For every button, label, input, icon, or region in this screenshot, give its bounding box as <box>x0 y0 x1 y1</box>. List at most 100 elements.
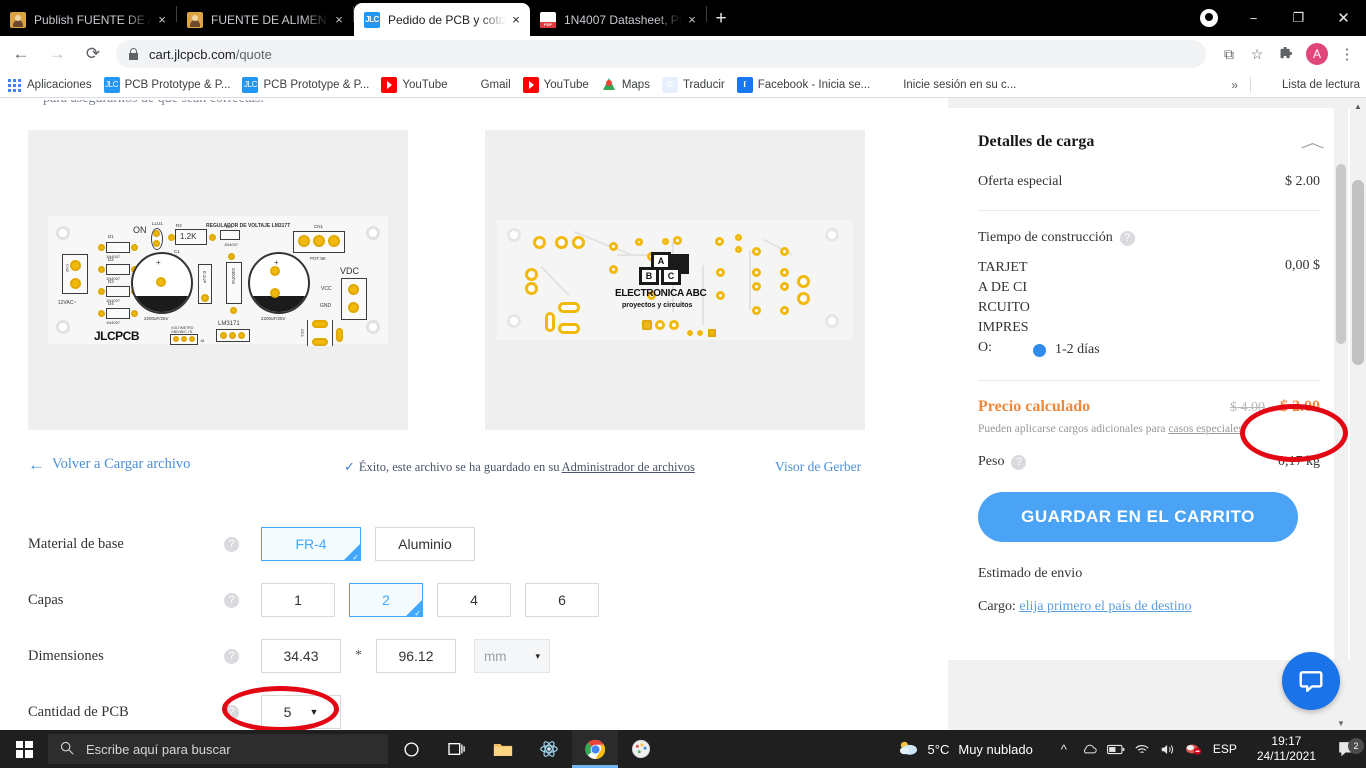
tab-1[interactable]: FUENTE DE ALIMENTACION FIJA × <box>177 3 353 36</box>
cortana-icon[interactable] <box>388 730 434 768</box>
close-icon[interactable]: × <box>154 12 170 28</box>
option-layers-2[interactable]: 2 ✓ <box>349 583 423 618</box>
bookmark-gmail[interactable]: M Gmail <box>454 74 517 96</box>
task-view-icon[interactable] <box>434 730 480 768</box>
help-icon[interactable]: ? <box>224 704 239 720</box>
onedrive-icon[interactable] <box>1077 743 1103 756</box>
bookmark-maps[interactable]: Maps <box>595 74 656 96</box>
special-cases-link[interactable]: casos especiales <box>1168 423 1242 435</box>
help-icon[interactable]: ? <box>224 536 239 552</box>
close-icon[interactable]: × <box>684 12 700 28</box>
file-manager-link[interactable]: Administrador de archivos <box>562 460 695 475</box>
volume-icon[interactable] <box>1155 743 1181 756</box>
close-window-button[interactable]: ✕ <box>1321 0 1366 36</box>
choose-country-link[interactable]: elija primero el país de destino <box>1019 599 1191 614</box>
bookmark-pcb-prototype-2[interactable]: JLC PCB Prototype & P... <box>236 74 375 96</box>
option-layers-4[interactable]: 4 <box>437 583 511 617</box>
inner-scrollbar-thumb[interactable] <box>1336 164 1346 344</box>
weather-widget[interactable]: 5°C Muy nublado <box>897 739 1033 760</box>
bookmark-youtube-1[interactable]: YouTube <box>375 74 453 96</box>
chevron-up-icon[interactable]: ︿ <box>1300 131 1324 152</box>
tab-0[interactable]: Publish FUENTE DE ALIMENTACIO × <box>0 3 176 36</box>
pcb-top-preview[interactable]: CN2 12VAC~ D1 1N4007 D2 1N4007 D3 1N4007… <box>28 130 408 430</box>
option-label: 1 <box>294 592 302 608</box>
scroll-down-icon[interactable]: ▼ <box>1334 716 1348 730</box>
option-fr4[interactable]: FR-4 ✓ <box>261 527 361 562</box>
dimension-height-input[interactable]: 96.12 <box>376 639 456 673</box>
chevron-up-icon[interactable]: ^ <box>1051 742 1077 757</box>
antivirus-icon[interactable] <box>1181 742 1207 756</box>
notification-center-button[interactable]: 2 <box>1328 737 1366 758</box>
paint-icon[interactable] <box>618 730 664 768</box>
save-to-cart-button[interactable]: GUARDAR EN EL CARRITO <box>978 492 1298 542</box>
avatar[interactable]: A <box>1306 43 1328 65</box>
lead-time-row: 1-2 días <box>1033 342 1100 358</box>
back-icon[interactable]: ← <box>6 39 36 69</box>
window-scrollbar-thumb[interactable] <box>1352 180 1364 365</box>
dimension-unit-select[interactable]: mm ▾ <box>474 639 550 673</box>
forward-icon[interactable]: → <box>42 39 72 69</box>
close-icon[interactable]: × <box>331 12 347 28</box>
file-explorer-icon[interactable] <box>480 730 526 768</box>
back-to-upload-link[interactable]: ← Volver a Cargar archivo <box>28 456 190 473</box>
quantity-select[interactable]: 5 ▼ <box>261 695 341 729</box>
help-icon[interactable]: ? <box>1011 454 1027 470</box>
inner-scrollbar[interactable]: ▼ <box>1334 98 1348 730</box>
option-layers-1[interactable]: 1 <box>261 583 335 617</box>
start-button[interactable] <box>0 730 48 768</box>
pcb-bottom-preview[interactable]: A B C ELECTRONICA ABC proyectos y circui… <box>485 130 865 430</box>
option-aluminio[interactable]: Aluminio <box>375 527 475 561</box>
bookmark-facebook[interactable]: f Facebook - Inicia se... <box>731 74 877 96</box>
gerber-viewer-link[interactable]: Visor de Gerber <box>775 459 861 475</box>
proteus-icon[interactable] <box>526 730 572 768</box>
reading-list-button[interactable]: ▤ Lista de lectura <box>1255 74 1366 96</box>
order-summary-panel: Detalles de carga ︿ Oferta especial $ 2.… <box>948 98 1350 730</box>
help-icon[interactable]: ? <box>224 592 239 608</box>
divider <box>1250 76 1251 93</box>
help-icon[interactable]: ? <box>224 648 239 664</box>
address-bar[interactable]: cart.jlcpcb.com/quote <box>116 40 1206 68</box>
bookmark-youtube-2[interactable]: YouTube <box>517 74 595 96</box>
tab-2-active[interactable]: JLC Pedido de PCB y cotización de PC × <box>354 3 530 36</box>
reload-icon[interactable]: ⟳ <box>78 39 108 69</box>
bookmark-aplicaciones[interactable]: Aplicaciones <box>0 74 98 96</box>
option-label: Aluminio <box>398 536 452 552</box>
extra-charges-text: Pueden aplicarse cargos adicionales para <box>978 423 1169 435</box>
bookmark-star-icon[interactable]: ☆ <box>1244 41 1270 67</box>
bookmark-traducir[interactable]: G Traducir <box>656 74 731 96</box>
option-layers-6[interactable]: 6 <box>525 583 599 617</box>
battery-icon[interactable] <box>1103 744 1129 755</box>
chrome-status-icon[interactable] <box>1186 0 1231 36</box>
share-icon[interactable]: ⧉ <box>1216 41 1242 67</box>
chat-bubble-icon[interactable] <box>1282 652 1340 710</box>
actions-row: ← Volver a Cargar archivo ✓ Éxito, este … <box>0 456 920 480</box>
wifi-icon[interactable] <box>1129 743 1155 756</box>
language-indicator[interactable]: ESP <box>1207 742 1243 756</box>
close-icon[interactable]: × <box>508 12 524 28</box>
scroll-up-icon[interactable]: ▲ <box>1350 98 1366 114</box>
bookmark-label: Facebook - Inicia se... <box>757 78 871 91</box>
chrome-menu-icon[interactable]: ⋮ <box>1334 45 1360 63</box>
dimension-width-input[interactable]: 34.43 <box>261 639 341 673</box>
charge-details-header[interactable]: Detalles de carga ︿ <box>978 108 1325 152</box>
label-on: ON <box>133 225 147 235</box>
bookmark-pcb-prototype-1[interactable]: JLC PCB Prototype & P... <box>98 74 237 96</box>
pcb-top-render: CN2 12VAC~ D1 1N4007 D2 1N4007 D3 1N4007… <box>48 216 388 346</box>
radio-selected-icon[interactable] <box>1033 343 1046 357</box>
chrome-icon[interactable] <box>572 730 618 768</box>
minimize-button[interactable]: − <box>1231 0 1276 36</box>
bookmarks-overflow-icon[interactable]: » <box>1223 78 1246 92</box>
tab-3[interactable]: A 1N4007 Datasheet, PDF - Alldatas × <box>530 3 706 36</box>
bookmark-paypal[interactable]: P Inicie sesión en su c... <box>876 74 1022 96</box>
label-regulator: REGULADOR DE VOLTAJE LM317T <box>206 223 291 229</box>
youtube-icon <box>522 76 539 93</box>
taskbar-search-input[interactable]: Escribe aquí para buscar <box>48 734 388 764</box>
row-quantity: Cantidad de PCB ? 5 ▼ <box>28 684 908 730</box>
extensions-icon[interactable] <box>1272 41 1298 67</box>
maximize-button[interactable]: ❐ <box>1276 0 1321 36</box>
window-scrollbar[interactable]: ▲ <box>1350 98 1366 730</box>
new-tab-button[interactable]: + <box>707 5 735 33</box>
label-r2: R2 <box>176 223 182 228</box>
help-icon[interactable]: ? <box>1119 230 1135 246</box>
taskbar-clock[interactable]: 19:17 24/11/2021 <box>1257 734 1316 764</box>
